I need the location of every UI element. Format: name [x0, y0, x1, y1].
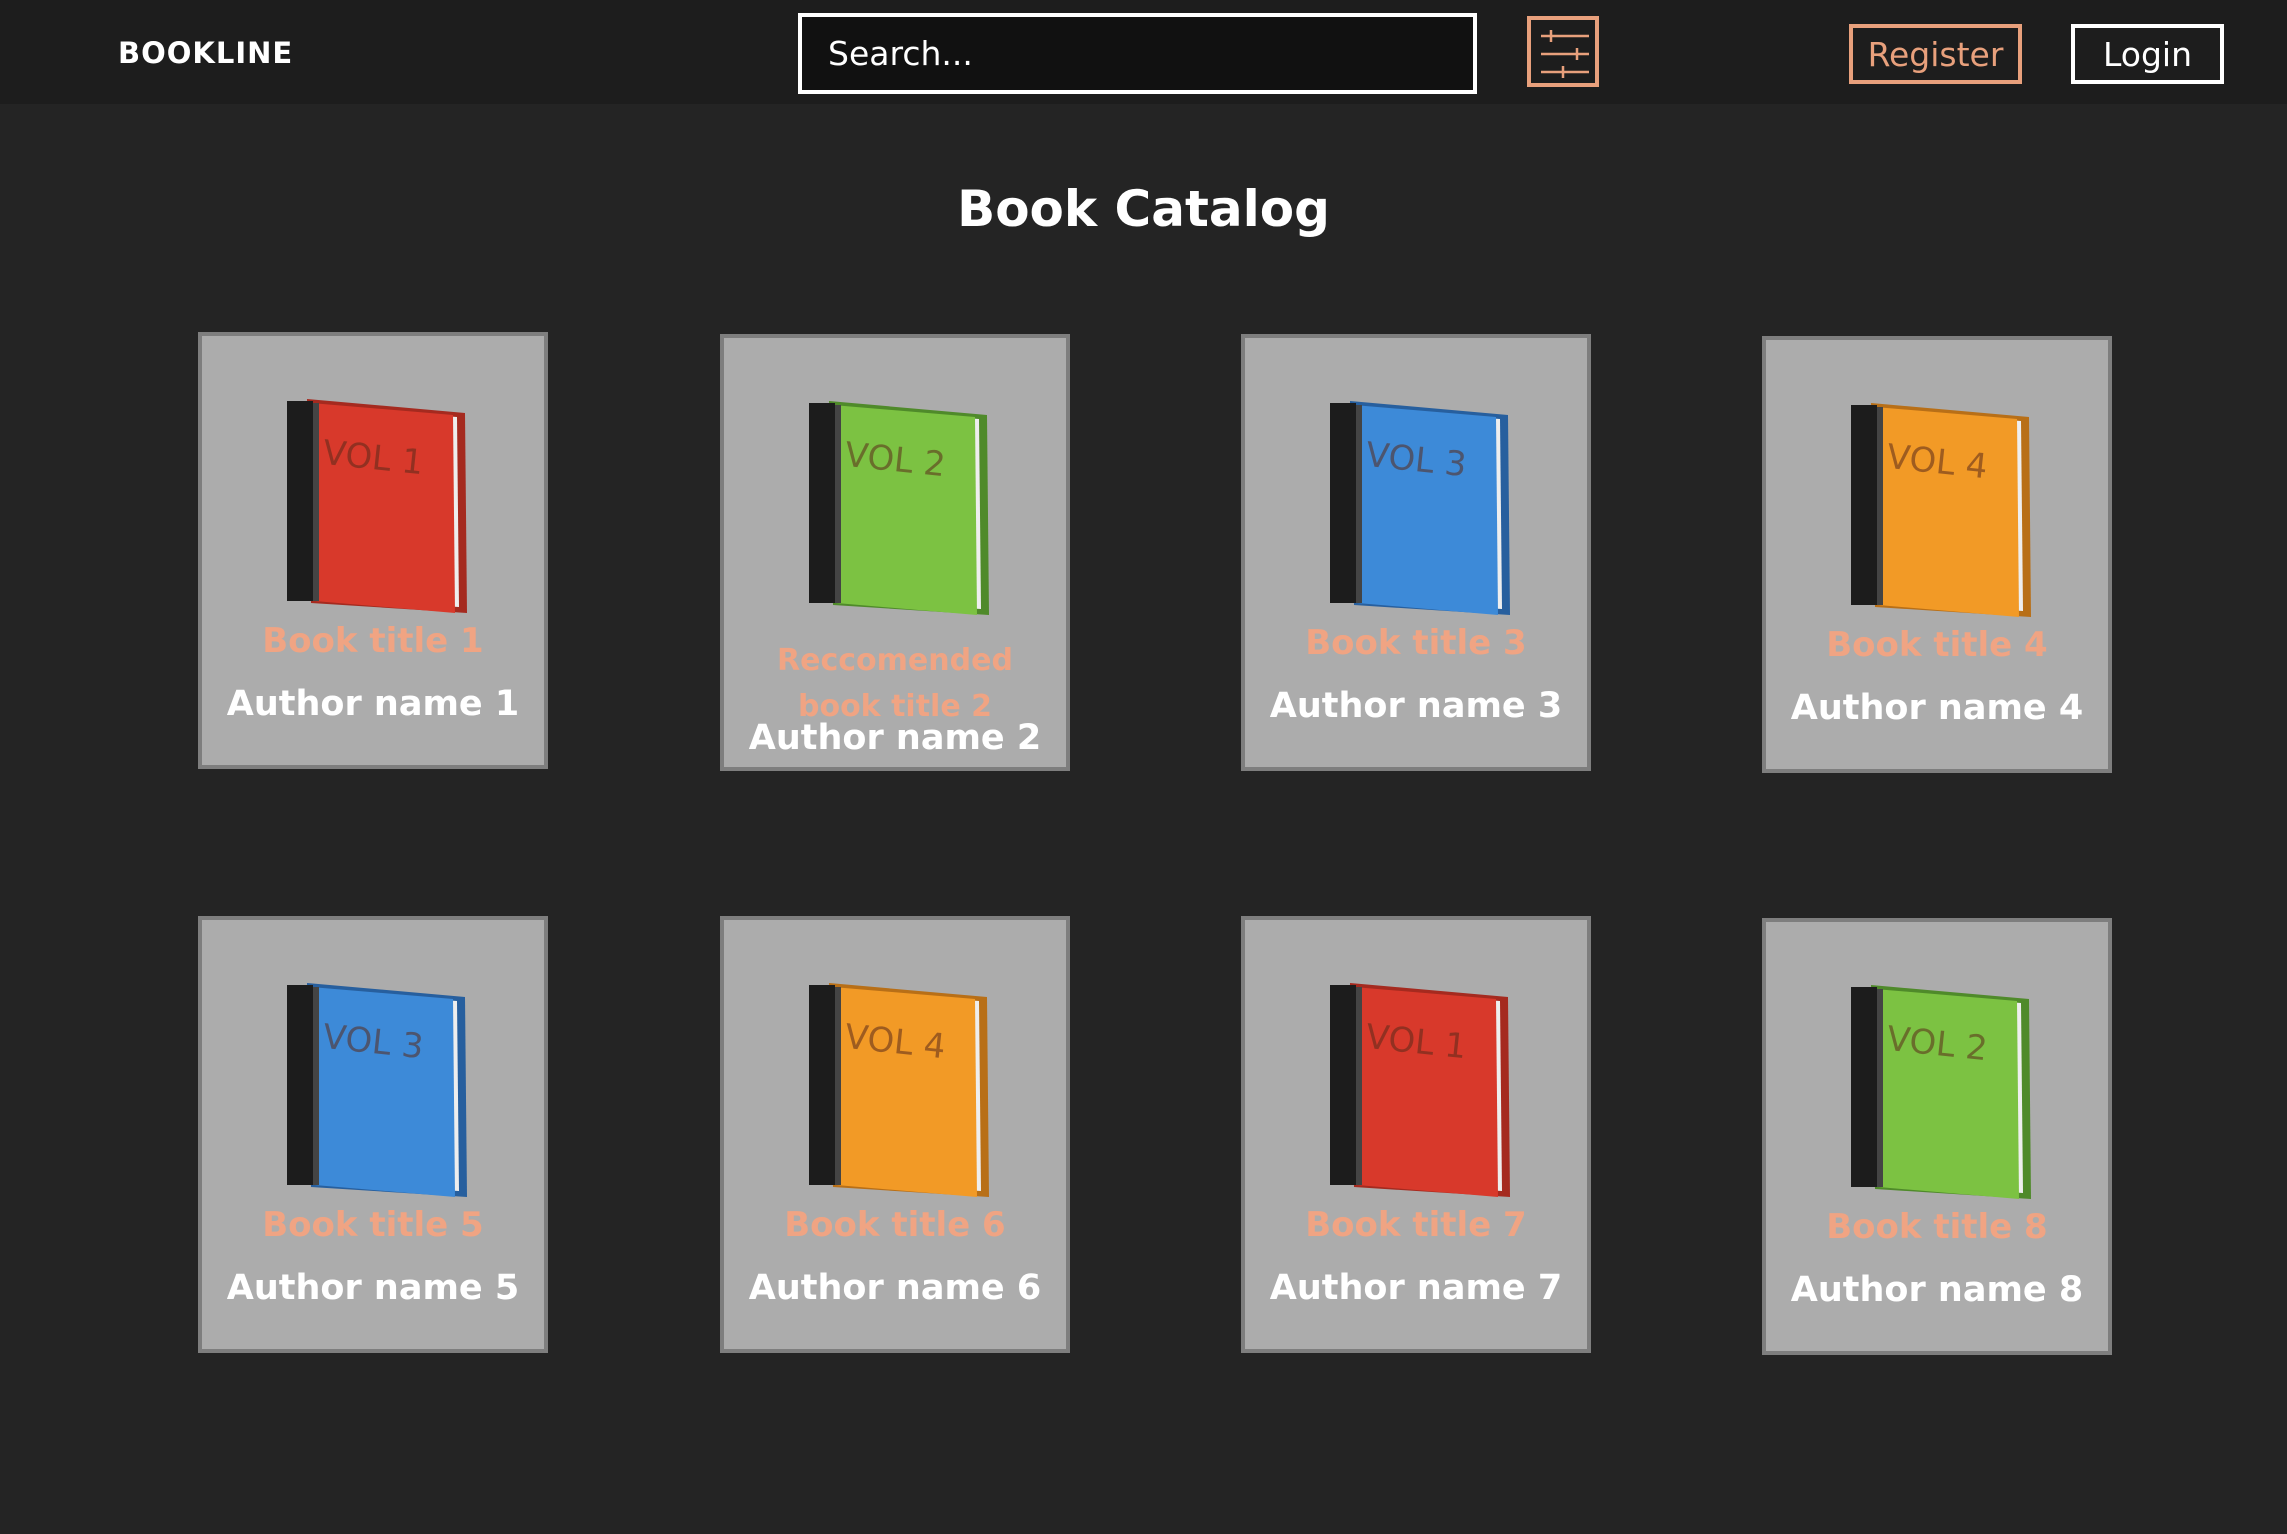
book-author: Author name 6: [748, 1268, 1042, 1308]
book-card[interactable]: VOL 2 Book title 8 Author name 8: [1762, 918, 2112, 1355]
book-title[interactable]: Book title 8: [1776, 1204, 2098, 1250]
book-author: Author name 2: [748, 718, 1042, 758]
book-card[interactable]: VOL 4 Book title 4 Author name 4: [1762, 336, 2112, 773]
book-title[interactable]: Book title 5: [212, 1202, 534, 1248]
top-navbar: BOOKLINE Register Login: [0, 0, 2287, 104]
register-button[interactable]: Register: [1849, 24, 2022, 84]
book-cover-icon: VOL 1: [1330, 983, 1510, 1197]
book-title[interactable]: Book title 7: [1255, 1202, 1577, 1248]
book-cover-icon: VOL 1: [287, 399, 467, 613]
book-author: Author name 5: [226, 1268, 520, 1308]
book-author: Author name 7: [1269, 1268, 1563, 1308]
book-cover-icon: VOL 3: [1330, 401, 1510, 615]
page-title: Book Catalog: [957, 180, 1330, 238]
book-cover-icon: VOL 2: [809, 401, 989, 615]
login-button[interactable]: Login: [2071, 24, 2224, 84]
filter-button[interactable]: [1527, 16, 1599, 87]
brand-logo[interactable]: BOOKLINE: [118, 36, 293, 70]
book-card[interactable]: VOL 3 Book title 3 Author name 3: [1241, 334, 1591, 771]
book-author: Author name 1: [226, 684, 520, 724]
search-input[interactable]: [798, 13, 1477, 94]
book-card[interactable]: VOL 4 Book title 6 Author name 6: [720, 916, 1070, 1353]
book-card[interactable]: VOL 2 Reccomended book title 2 Author name…: [720, 334, 1070, 771]
book-cover-icon: VOL 3: [287, 983, 467, 1197]
book-cover-icon: VOL 4: [1851, 403, 2031, 617]
book-author: Author name 8: [1790, 1270, 2084, 1310]
book-author: Author name 4: [1790, 688, 2084, 728]
book-title[interactable]: Book title 6: [734, 1202, 1056, 1248]
book-author: Author name 3: [1269, 686, 1563, 726]
book-card[interactable]: VOL 1 Book title 7 Author name 7: [1241, 916, 1591, 1353]
book-title[interactable]: Book title 1: [212, 618, 534, 664]
sliders-icon: [1541, 30, 1589, 78]
book-title[interactable]: Book title 4: [1776, 622, 2098, 668]
book-cover-icon: VOL 4: [809, 983, 989, 1197]
book-title[interactable]: Book title 3: [1255, 620, 1577, 666]
book-card[interactable]: VOL 3 Book title 5 Author name 5: [198, 916, 548, 1353]
book-card[interactable]: VOL 1 Book title 1 Author name 1: [198, 332, 548, 769]
book-cover-icon: VOL 2: [1851, 985, 2031, 1199]
